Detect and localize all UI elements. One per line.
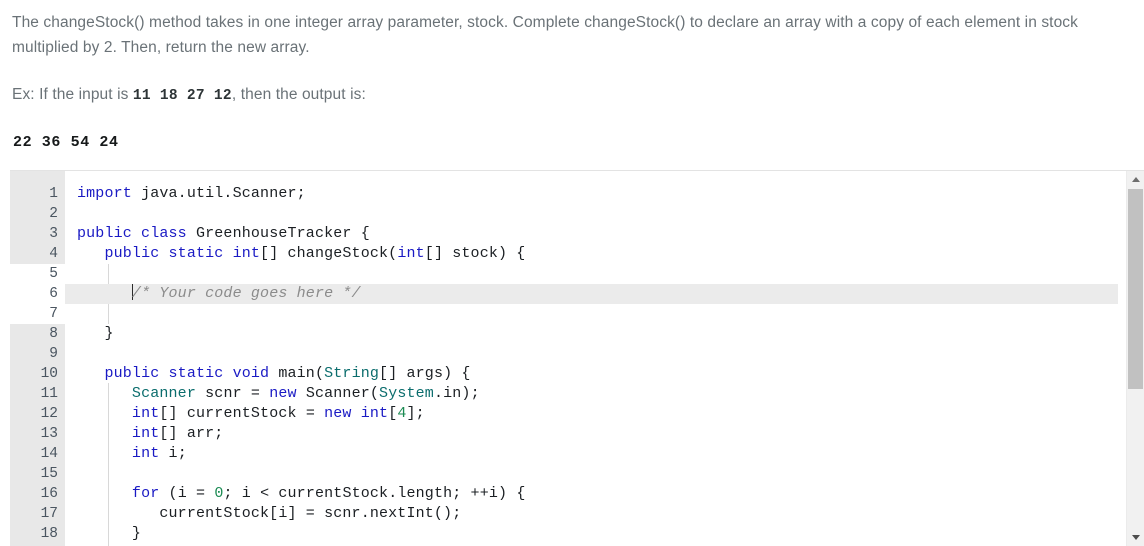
line-number: 10 [40, 366, 58, 382]
scroll-down-button[interactable] [1127, 529, 1144, 546]
chevron-down-icon [1131, 535, 1140, 540]
line-number: 8 [49, 326, 58, 342]
line-number: 13 [40, 426, 58, 442]
line-number: 15 [40, 466, 58, 482]
code-line: 12 int[] currentStock = new int[4]; [10, 404, 1118, 424]
code-line: 8 } [10, 324, 1118, 344]
code-editor-scrollbar[interactable] [1126, 171, 1144, 546]
line-number: 5 [49, 266, 58, 282]
example-line: Ex: If the input is 11 18 27 12, then th… [12, 60, 1132, 109]
line-number: 14 [40, 446, 58, 462]
problem-description: The changeStock() method takes in one in… [12, 14, 1078, 56]
scroll-up-button[interactable] [1127, 171, 1144, 188]
line-number: 7 [49, 306, 58, 322]
line-content: int[] currentStock = new int[4]; [131, 405, 425, 422]
code-editor-body[interactable]: 1 import java.util.Scanner; 2 3 public c… [10, 171, 1118, 546]
line-content: import java.util.Scanner; [77, 185, 306, 202]
line-content[interactable]: /* Your code goes here */ [77, 284, 361, 304]
code-line-editable-highlighted[interactable]: 6 /* Your code goes here */ [10, 284, 1118, 304]
placeholder-comment[interactable]: /* Your code goes here */ [132, 285, 361, 302]
code-editor[interactable]: 1 import java.util.Scanner; 2 3 public c… [10, 170, 1144, 546]
example-prefix: Ex: If the input is [12, 86, 133, 103]
line-number: 18 [40, 526, 58, 542]
code-line: 15 [10, 464, 1118, 484]
line-number: 17 [40, 506, 58, 522]
example-input-values: 11 18 27 12 [132, 88, 232, 104]
line-number: 4 [49, 246, 58, 262]
line-number: 2 [49, 206, 58, 222]
line-content: } [77, 525, 142, 542]
line-number: 1 [49, 186, 58, 202]
code-line: 1 import java.util.Scanner; [10, 184, 1118, 204]
code-line: 10 public static void main(String[] args… [10, 364, 1118, 384]
line-content: for (i = 0; i < currentStock.length; ++i… [131, 485, 526, 502]
line-number: 11 [40, 386, 58, 402]
code-line: 14 int i; [10, 444, 1118, 464]
line-content: currentStock[i] = scnr.nextInt(); [77, 505, 462, 522]
code-line-editable[interactable]: 5 [10, 264, 1118, 284]
code-line: 17 currentStock[i] = scnr.nextInt(); [10, 504, 1118, 524]
line-content: } [77, 325, 114, 342]
problem-statement: The changeStock() method takes in one in… [0, 0, 1144, 153]
line-content: public static void main(String[] args) { [104, 365, 471, 382]
code-line: 9 [10, 344, 1118, 364]
line-number: 9 [49, 346, 58, 362]
code-line: 18 } [10, 524, 1118, 544]
chevron-up-icon [1131, 177, 1140, 182]
line-content: Scanner scnr = new Scanner(System.in); [131, 385, 480, 402]
line-content: public static int[] changeStock(int[] st… [104, 245, 526, 262]
scrollbar-thumb[interactable] [1128, 189, 1143, 389]
code-line: 4 public static int[] changeStock(int[] … [10, 244, 1118, 264]
line-number: 3 [49, 226, 58, 242]
code-line: 13 int[] arr; [10, 424, 1118, 444]
example-suffix: , then the output is: [231, 86, 366, 103]
code-line: 11 Scanner scnr = new Scanner(System.in)… [10, 384, 1118, 404]
code-line: 2 [10, 204, 1118, 224]
line-number: 16 [40, 486, 58, 502]
code-line: 3 public class GreenhouseTracker { [10, 224, 1118, 244]
line-content: int i; [131, 445, 187, 462]
line-number: 6 [49, 286, 58, 302]
line-number: 12 [40, 406, 58, 422]
code-line-editable[interactable]: 7 [10, 304, 1118, 324]
example-output-values: 22 36 54 24 [13, 134, 119, 151]
code-lines[interactable]: 1 import java.util.Scanner; 2 3 public c… [10, 184, 1118, 544]
code-line: 16 for (i = 0; i < currentStock.length; … [10, 484, 1118, 504]
line-content: public class GreenhouseTracker { [77, 225, 370, 242]
line-content: int[] arr; [131, 425, 224, 442]
